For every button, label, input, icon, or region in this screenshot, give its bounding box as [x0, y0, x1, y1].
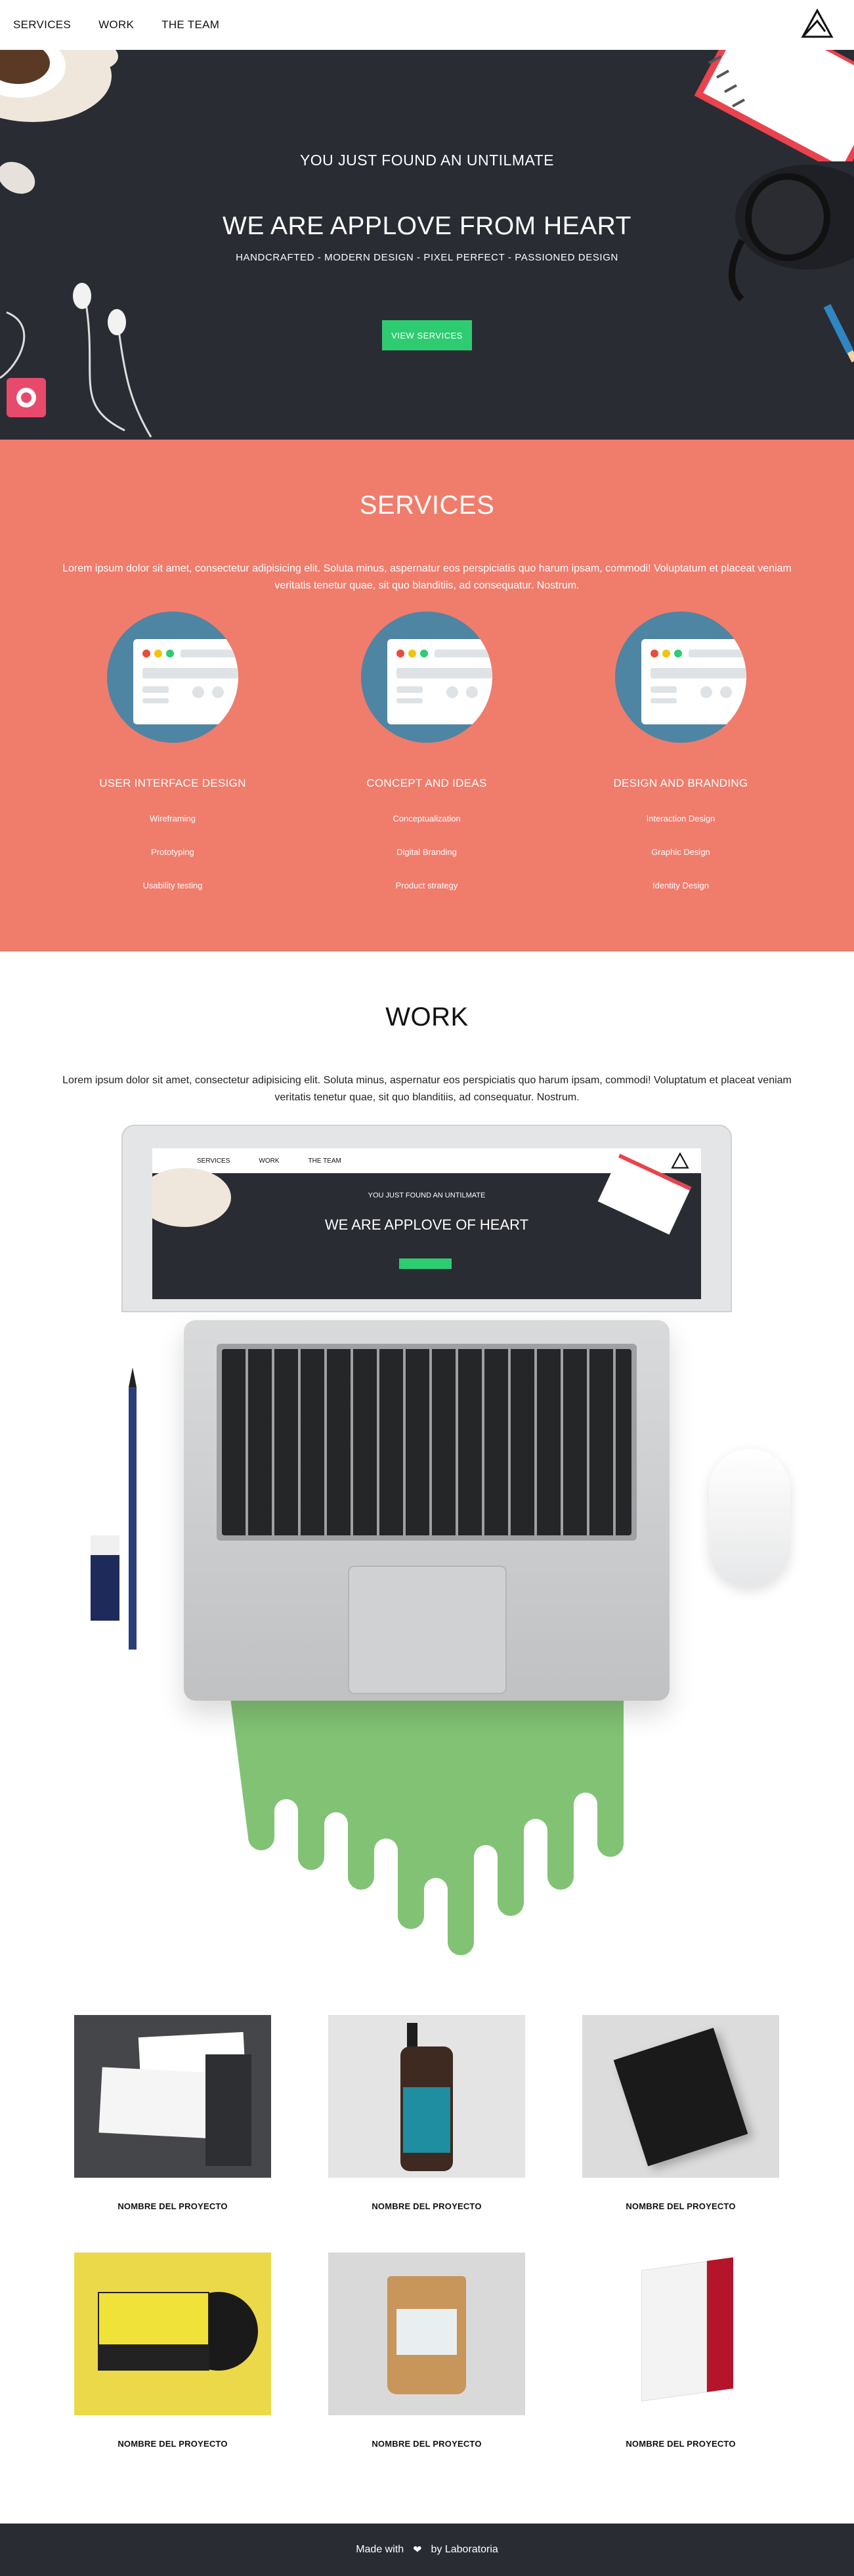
project-name[interactable]: NOMBRE DEL PROYECTO	[74, 2201, 271, 2211]
browser-window-icon	[361, 612, 492, 743]
project-name[interactable]: NOMBRE DEL PROYECTO	[328, 2201, 525, 2211]
service-name: DESIGN AND BRANDING	[613, 777, 748, 789]
earphones-icon	[0, 283, 152, 438]
project-card[interactable]: NOMBRE DEL PROYECTO	[74, 2253, 271, 2449]
services-section: SERVICES Lorem ipsum dolor sit amet, con…	[0, 440, 854, 951]
service-column-ui: USER INTERFACE DESIGN Wireframing Protot…	[68, 612, 278, 890]
nav-link-the-team[interactable]: THE TEAM	[161, 18, 219, 31]
services-description: Lorem ipsum dolor sit amet, consectetur …	[62, 563, 792, 591]
project-thumbnail[interactable]	[328, 2015, 525, 2178]
service-column-branding: DESIGN AND BRANDING Interaction Design G…	[576, 612, 786, 890]
screen-logo-icon	[671, 1152, 689, 1169]
eraser-icon	[91, 1535, 119, 1621]
project-thumbnail[interactable]	[582, 2253, 779, 2415]
notebook-icon	[694, 50, 854, 161]
work-title: WORK	[385, 1003, 469, 1031]
triangle-logo-icon[interactable]	[800, 8, 834, 39]
hero-section: YOU JUST FOUND AN UNTILMATE WE ARE APPLO…	[0, 50, 854, 440]
service-item: Graphic Design	[651, 847, 710, 857]
project-card[interactable]: NOMBRE DEL PROYECTO	[328, 2253, 525, 2449]
nav-link-work[interactable]: WORK	[98, 18, 134, 31]
project-name[interactable]: NOMBRE DEL PROYECTO	[582, 2439, 779, 2449]
browser-window-icon	[615, 612, 746, 743]
hero-tagline: HANDCRAFTED - MODERN DESIGN - PIXEL PERF…	[236, 252, 618, 263]
mouse-icon	[709, 1449, 790, 1588]
top-navbar: SERVICES WORK THE TEAM	[0, 0, 854, 50]
project-name[interactable]: NOMBRE DEL PROYECTO	[328, 2439, 525, 2449]
hero-title: WE ARE APPLOVE FROM HEART	[223, 212, 631, 240]
screen-nav-item: THE TEAM	[308, 1157, 341, 1165]
service-item: Digital Branding	[396, 847, 457, 857]
footer-made-with: Made with	[356, 2544, 404, 2555]
nav-link-services[interactable]: SERVICES	[13, 18, 71, 31]
work-section: WORK Lorem ipsum dolor sit amet, consect…	[0, 951, 854, 2524]
view-services-button[interactable]: VIEW SERVICES	[382, 320, 472, 350]
screen-nav-item: WORK	[259, 1157, 280, 1165]
laptop-screen: SERVICES WORK THE TEAM YOU JUST FOUND AN…	[152, 1148, 701, 1299]
heart-icon: ❤	[413, 2545, 422, 2556]
pencil-icon	[823, 304, 854, 363]
project-thumbnail[interactable]	[582, 2015, 779, 2178]
project-card[interactable]: NOMBRE DEL PROYECTO	[328, 2015, 525, 2211]
project-card[interactable]: NOMBRE DEL PROYECTO	[74, 2015, 271, 2211]
project-thumbnail[interactable]	[328, 2253, 525, 2415]
project-name[interactable]: NOMBRE DEL PROYECTO	[74, 2439, 271, 2449]
service-item: Prototyping	[151, 847, 194, 857]
service-name: USER INTERFACE DESIGN	[99, 777, 246, 789]
laptop-illustration: SERVICES WORK THE TEAM YOU JUST FOUND AN…	[0, 1125, 854, 1962]
project-name[interactable]: NOMBRE DEL PROYECTO	[582, 2201, 779, 2211]
screen-nav-item: SERVICES	[197, 1157, 230, 1165]
screen-button	[399, 1258, 452, 1269]
service-column-concept: CONCEPT AND IDEAS Conceptualization Digi…	[322, 612, 532, 890]
service-item: Interaction Design	[646, 814, 715, 823]
footer-by[interactable]: by Laboratoria	[431, 2544, 498, 2556]
browser-window-icon	[107, 612, 238, 743]
services-title: SERVICES	[359, 491, 495, 520]
screen-title: WE ARE APPLOVE OF HEART	[324, 1216, 529, 1233]
project-card[interactable]: NOMBRE DEL PROYECTO	[582, 2253, 779, 2449]
service-item: Wireframing	[149, 814, 196, 823]
project-thumbnail[interactable]	[74, 2015, 271, 2178]
service-name: CONCEPT AND IDEAS	[366, 777, 487, 789]
laptop-keyboard	[217, 1344, 637, 1541]
service-item: Usability testing	[142, 881, 203, 890]
work-description: Lorem ipsum dolor sit amet, consectetur …	[62, 1075, 792, 1103]
service-item: Identity Design	[652, 881, 709, 890]
project-thumbnail[interactable]	[74, 2253, 271, 2415]
pencil-icon	[129, 1367, 137, 1650]
service-item: Product strategy	[395, 881, 458, 890]
service-item: Conceptualization	[393, 814, 461, 823]
coffee-cup-icon	[0, 50, 118, 122]
slime-drip-icon	[230, 1693, 624, 1955]
laptop-trackpad	[348, 1566, 507, 1694]
project-card[interactable]: NOMBRE DEL PROYECTO	[582, 2015, 779, 2211]
footer: Made with ❤ by Laboratoria	[0, 2524, 854, 2576]
hero-subtitle: YOU JUST FOUND AN UNTILMATE	[299, 152, 555, 169]
